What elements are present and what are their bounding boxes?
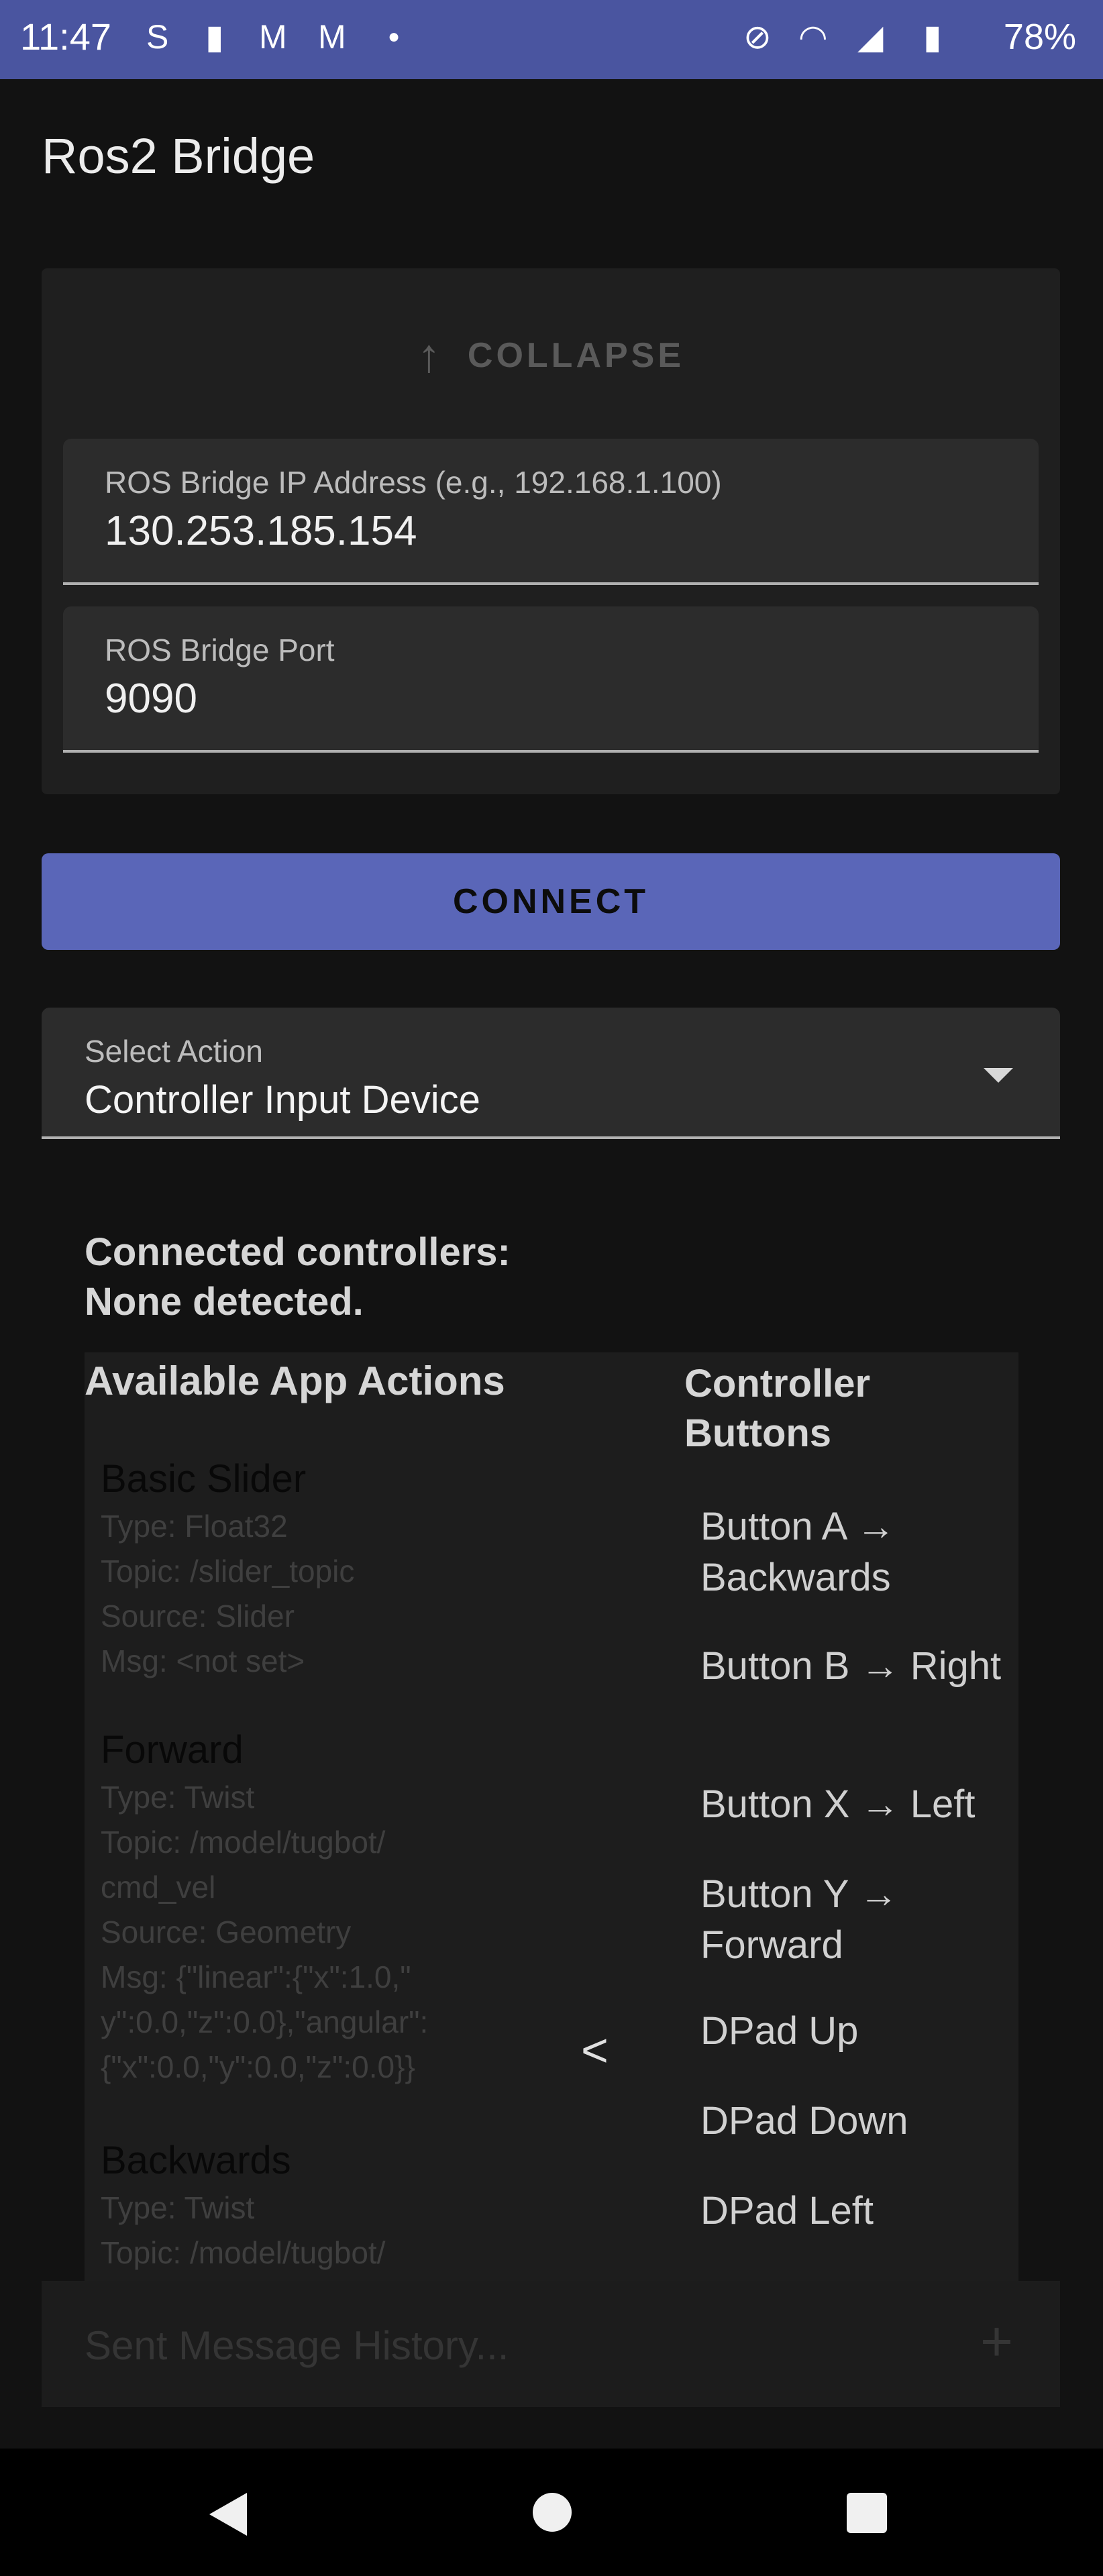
controller-button-mapping[interactable]: DPad Down [700, 2096, 1016, 2147]
mute-icon: ⊘ [743, 18, 772, 56]
collapse-button[interactable]: ↑ COLLAPSE [42, 322, 1060, 389]
action-detail: y":0.0,"z":0.0},"angular": [101, 2004, 429, 2039]
mapping-panel: Available App Actions Controller Buttons… [85, 1352, 1018, 2281]
connect-button[interactable]: CONNECT [42, 853, 1060, 950]
connection-settings-card: ↑ COLLAPSE ROS Bridge IP Address (e.g., … [42, 268, 1060, 794]
status-bar: 11:47 S ▮ M M ● ⊘ ◠ ◢ ▮ 78% [0, 0, 1103, 79]
action-detail: Source: Geometry [101, 1915, 352, 1949]
port-value[interactable]: 9090 [105, 675, 197, 722]
ip-address-value[interactable]: 130.253.185.154 [105, 507, 417, 555]
controller-button-mapping[interactable]: Button X → Left [700, 1779, 1016, 1830]
gmail-icon: M [259, 18, 287, 56]
action-item[interactable]: Backwards Type: Twist Topic: /model/tugb… [101, 2136, 530, 2275]
action-detail: Msg: <not set> [101, 1644, 305, 1678]
action-detail: Type: Twist [101, 2190, 255, 2225]
back-icon[interactable] [209, 2493, 247, 2536]
navigation-bar [0, 2449, 1103, 2576]
controller-button-mapping[interactable]: Button A → Backwards [700, 1501, 1016, 1603]
action-detail: Topic: /model/tugbot/ [101, 2235, 386, 2270]
status-time: 11:47 [20, 15, 111, 58]
dropdown-arrow-icon [984, 1068, 1013, 1083]
gmail-icon: M [318, 18, 346, 56]
action-detail: {"x":0.0,"y":0.0,"z":0.0}} [101, 2049, 415, 2084]
port-field[interactable]: ROS Bridge Port 9090 [63, 606, 1039, 753]
action-detail: cmd_vel [101, 1870, 216, 1904]
message-history-bar[interactable]: Sent Message History... + [42, 2281, 1060, 2407]
select-action-label: Select Action [85, 1034, 263, 1069]
message-history-placeholder: Sent Message History... [85, 2323, 509, 2368]
controller-button-mapping[interactable]: Button Y → Forward [700, 1869, 1016, 1971]
action-name: Backwards [101, 2139, 291, 2182]
action-detail: Source: Slider [101, 1599, 295, 1633]
action-detail: Msg: {"linear":{"x":1.0," [101, 1960, 411, 1994]
controller-button-mapping[interactable]: DPad Up [700, 2006, 1016, 2057]
recents-icon[interactable] [847, 2493, 887, 2533]
controller-button-mapping[interactable]: DPad Left [700, 2186, 1016, 2237]
wifi-icon: ◠ [798, 18, 828, 56]
home-icon[interactable] [533, 2493, 572, 2532]
action-item[interactable]: Forward Type: Twist Topic: /model/tugbot… [101, 1725, 530, 2090]
action-detail: Topic: /model/tugbot/ [101, 1825, 386, 1860]
arrow-up-icon: ↑ [417, 329, 441, 382]
action-detail: Topic: /slider_topic [101, 1554, 355, 1589]
action-detail: Type: Twist [101, 1780, 255, 1815]
collapse-label: COLLAPSE [467, 336, 685, 375]
sync-icon: S [146, 18, 169, 56]
battery-icon: ▮ [923, 18, 942, 56]
battery-percent: 78% [1003, 17, 1076, 57]
signal-icon: ◢ [857, 18, 884, 56]
app-title: Ros2 Bridge [42, 128, 315, 184]
action-detail: Type: Float32 [101, 1509, 288, 1544]
connected-controllers-label: Connected controllers: [85, 1230, 511, 1274]
ip-address-field[interactable]: ROS Bridge IP Address (e.g., 192.168.1.1… [63, 439, 1039, 585]
add-icon[interactable]: + [980, 2309, 1013, 2374]
controller-buttons-header: Controller Buttons [684, 1362, 871, 1455]
action-name: Forward [101, 1728, 244, 1772]
controller-button-mapping[interactable]: Button B → Right [700, 1641, 1016, 1692]
action-item[interactable]: Basic Slider Type: Float32 Topic: /slide… [101, 1454, 530, 1684]
assign-chevron-icon[interactable]: < [581, 2023, 609, 2077]
available-actions-header: Available App Actions [85, 1358, 505, 1403]
ip-address-label: ROS Bridge IP Address (e.g., 192.168.1.1… [105, 465, 722, 500]
select-action-value: Controller Input Device [85, 1078, 480, 1122]
connected-controllers-status: Connected controllers: None detected. [85, 1228, 511, 1327]
file-icon: ▮ [205, 18, 224, 56]
action-name: Basic Slider [101, 1457, 307, 1501]
dot-icon: ● [388, 25, 401, 48]
port-label: ROS Bridge Port [105, 633, 335, 667]
select-action-dropdown[interactable]: Select Action Controller Input Device [42, 1008, 1060, 1139]
connected-controllers-value: None detected. [85, 1280, 364, 1324]
